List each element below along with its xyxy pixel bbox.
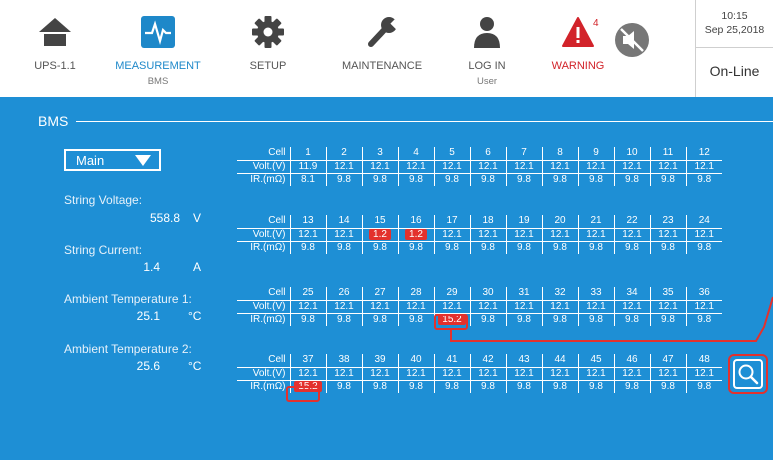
top-nav-bar: UPS-1.1 MEASUREMENT BMS SETUP MAINTENANC… xyxy=(0,0,773,97)
nav-ups-label: UPS-1.1 xyxy=(34,60,76,72)
nav-measurement-label: MEASUREMENT xyxy=(115,60,201,72)
pulse-icon xyxy=(141,16,175,48)
nav-setup[interactable]: SETUP xyxy=(213,6,323,94)
nav-ups[interactable]: UPS-1.1 xyxy=(0,6,110,94)
nav-maintenance[interactable]: MAINTENANCE xyxy=(327,6,437,94)
zoom-button[interactable] xyxy=(733,359,763,389)
status-text: On-Line xyxy=(709,63,760,79)
nav-maintenance-label: MAINTENANCE xyxy=(341,60,423,72)
search-icon xyxy=(738,364,759,385)
wrench-icon xyxy=(368,17,399,47)
nav-measurement[interactable]: MEASUREMENT BMS xyxy=(103,6,213,94)
clock-date: Sep 25,2018 xyxy=(704,24,765,36)
nav-measurement-sub: BMS xyxy=(147,76,169,87)
nav-warning-label: WARNING xyxy=(551,60,605,72)
clock-panel: 10:15 Sep 25,2018 On-Line xyxy=(695,0,773,97)
gear-icon xyxy=(252,16,284,48)
home-icon xyxy=(39,18,71,46)
divider xyxy=(696,47,773,48)
warning-count: 4 xyxy=(593,18,599,29)
nav-setup-label: SETUP xyxy=(249,60,287,72)
clock-time: 10:15 xyxy=(721,10,748,22)
warning-icon xyxy=(562,17,594,47)
screen: UPS-1.1 MEASUREMENT BMS SETUP MAINTENANC… xyxy=(0,0,773,460)
mute-icon[interactable] xyxy=(612,20,652,60)
callout-connector xyxy=(450,296,773,342)
bms-panel: BMS Main String Voltage: 558.8 V String … xyxy=(0,97,773,460)
user-icon xyxy=(474,17,500,48)
